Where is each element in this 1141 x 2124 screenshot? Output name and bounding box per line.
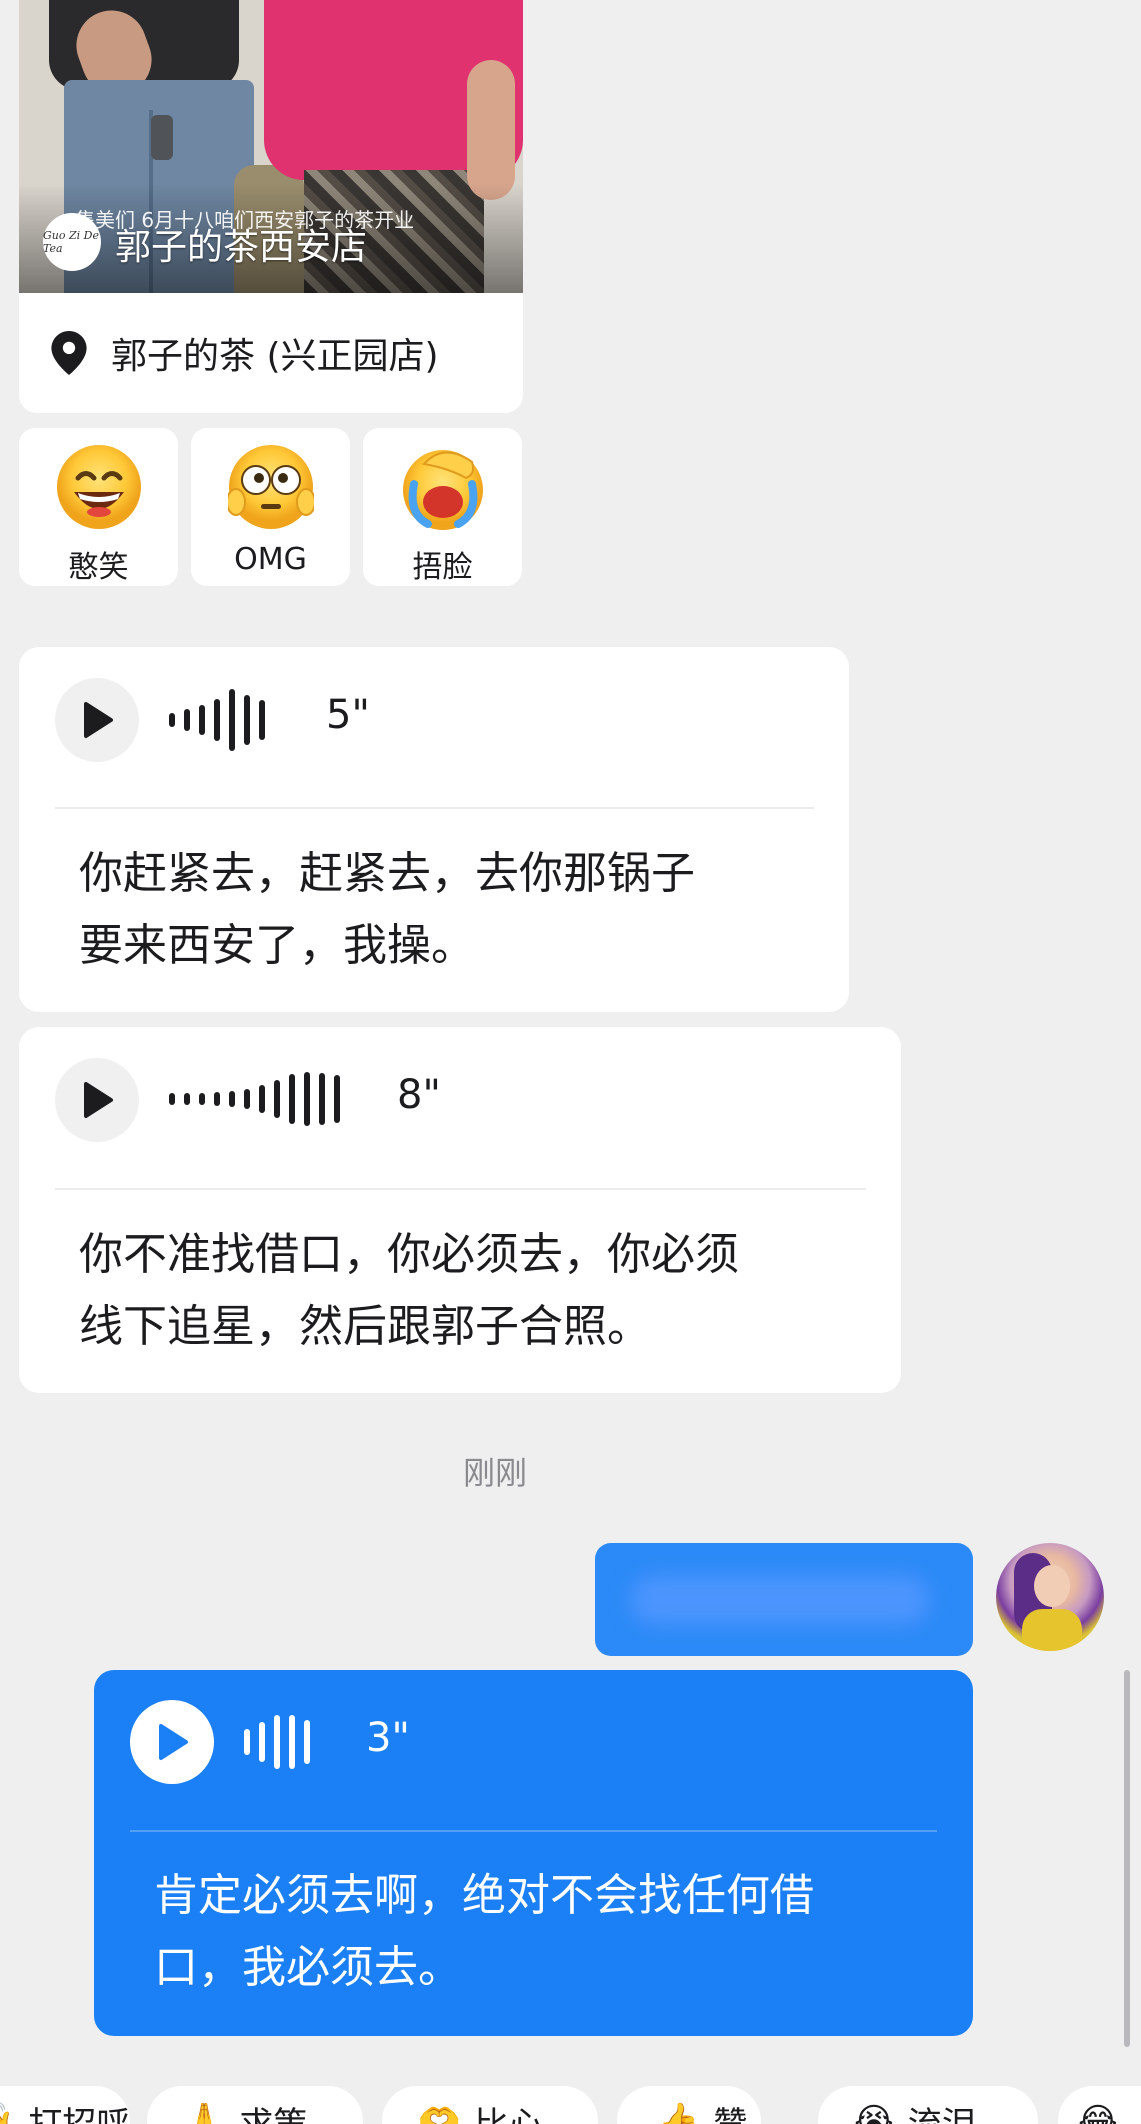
play-button[interactable] [130, 1700, 214, 1784]
reaction-grin[interactable]: 憨笑 [19, 428, 178, 586]
grin-emoji-icon [56, 445, 141, 529]
location-name: 郭子的茶 (兴正园店) [111, 336, 439, 377]
voice-duration: 8" [397, 1072, 441, 1118]
location-row[interactable]: 郭子的茶 (兴正园店) [19, 293, 523, 413]
play-button[interactable] [55, 678, 139, 762]
raised-hand-icon: 🙏 [183, 2101, 226, 2124]
person-arm [467, 60, 515, 200]
waveform-icon [169, 689, 265, 751]
divider [130, 1830, 937, 1832]
wave-hand-icon: 👋 [0, 2101, 14, 2124]
quick-reply-chip[interactable]: 😂 [1058, 2086, 1141, 2124]
waveform-icon [169, 1071, 340, 1127]
shared-video-card[interactable]: 集美们 6月十八咱们西安郭子的茶开业 Guo Zi De Tea 郭子的茶西安店… [19, 0, 523, 413]
quick-reply-chip[interactable]: 👍 赞 [617, 2086, 761, 2124]
sent-message-blurred[interactable] [595, 1543, 973, 1656]
quick-reply-chip[interactable]: 🙏 求策 [147, 2086, 363, 2124]
play-icon [84, 702, 113, 738]
message-timestamp: 刚刚 [462, 1454, 527, 1492]
channel-logo[interactable]: Guo Zi De Tea [43, 213, 101, 271]
facepalm-emoji-icon [402, 450, 483, 530]
channel-name[interactable]: 郭子的茶西安店 [115, 218, 367, 270]
divider [55, 807, 814, 809]
play-button[interactable] [55, 1058, 139, 1142]
quick-reply-bar: 👋 打招呼 🙏 求策 🫶 比心 👍 赞 😭 流泪 😂 [0, 2086, 1141, 2124]
quick-reply-chip[interactable]: 🫶 比心 [382, 2086, 598, 2124]
voice-message[interactable]: 5" 你赶紧去，赶紧去，去你那锅子 要来西安了，我操。 [19, 647, 849, 1012]
play-icon [84, 1082, 113, 1118]
voice-duration: 3" [366, 1715, 410, 1761]
quick-reply-chip[interactable]: 😭 流泪 [818, 2086, 1038, 2124]
voice-message[interactable]: 8" 你不准找借口，你必须去，你必须 线下追星，然后跟郭子合照。 [19, 1027, 901, 1393]
emoji-icon: 😂 [1078, 2101, 1118, 2124]
reaction-row: 憨笑 OMG 捂脸 [19, 428, 522, 586]
reaction-label: OMG [234, 542, 307, 577]
video-thumbnail[interactable]: 集美们 6月十八咱们西安郭子的茶开业 Guo Zi De Tea 郭子的茶西安店 [19, 0, 523, 293]
sent-voice-message[interactable]: 3" 肯定必须去啊，绝对不会找任何借 口，我必须去。 [94, 1670, 973, 2036]
reaction-omg[interactable]: OMG [191, 428, 350, 586]
reaction-facepalm[interactable]: 捂脸 [363, 428, 522, 586]
scrollbar[interactable] [1124, 1670, 1130, 2047]
heart-hands-icon: 🫶 [418, 2101, 461, 2124]
voice-transcript: 你赶紧去，赶紧去，去你那锅子 要来西安了，我操。 [79, 848, 695, 971]
user-avatar[interactable] [996, 1543, 1104, 1651]
voice-duration: 5" [326, 692, 370, 738]
divider [55, 1188, 866, 1190]
voice-transcript: 肯定必须去啊，绝对不会找任何借 口，我必须去。 [154, 1870, 814, 1993]
omg-emoji-icon [227, 445, 314, 529]
reaction-label: 捂脸 [412, 550, 473, 585]
voice-transcript: 你不准找借口，你必须去，你必须 线下追星，然后跟郭子合照。 [79, 1229, 739, 1352]
reaction-label: 憨笑 [68, 550, 129, 585]
tears-emoji-icon: 😭 [854, 2101, 894, 2124]
waveform-icon [244, 1714, 310, 1770]
location-pin-icon [51, 331, 87, 375]
play-icon [159, 1724, 188, 1760]
thumbs-up-icon: 👍 [657, 2101, 700, 2124]
quick-reply-chip[interactable]: 👋 打招呼 [0, 2086, 130, 2124]
keys [151, 115, 173, 160]
